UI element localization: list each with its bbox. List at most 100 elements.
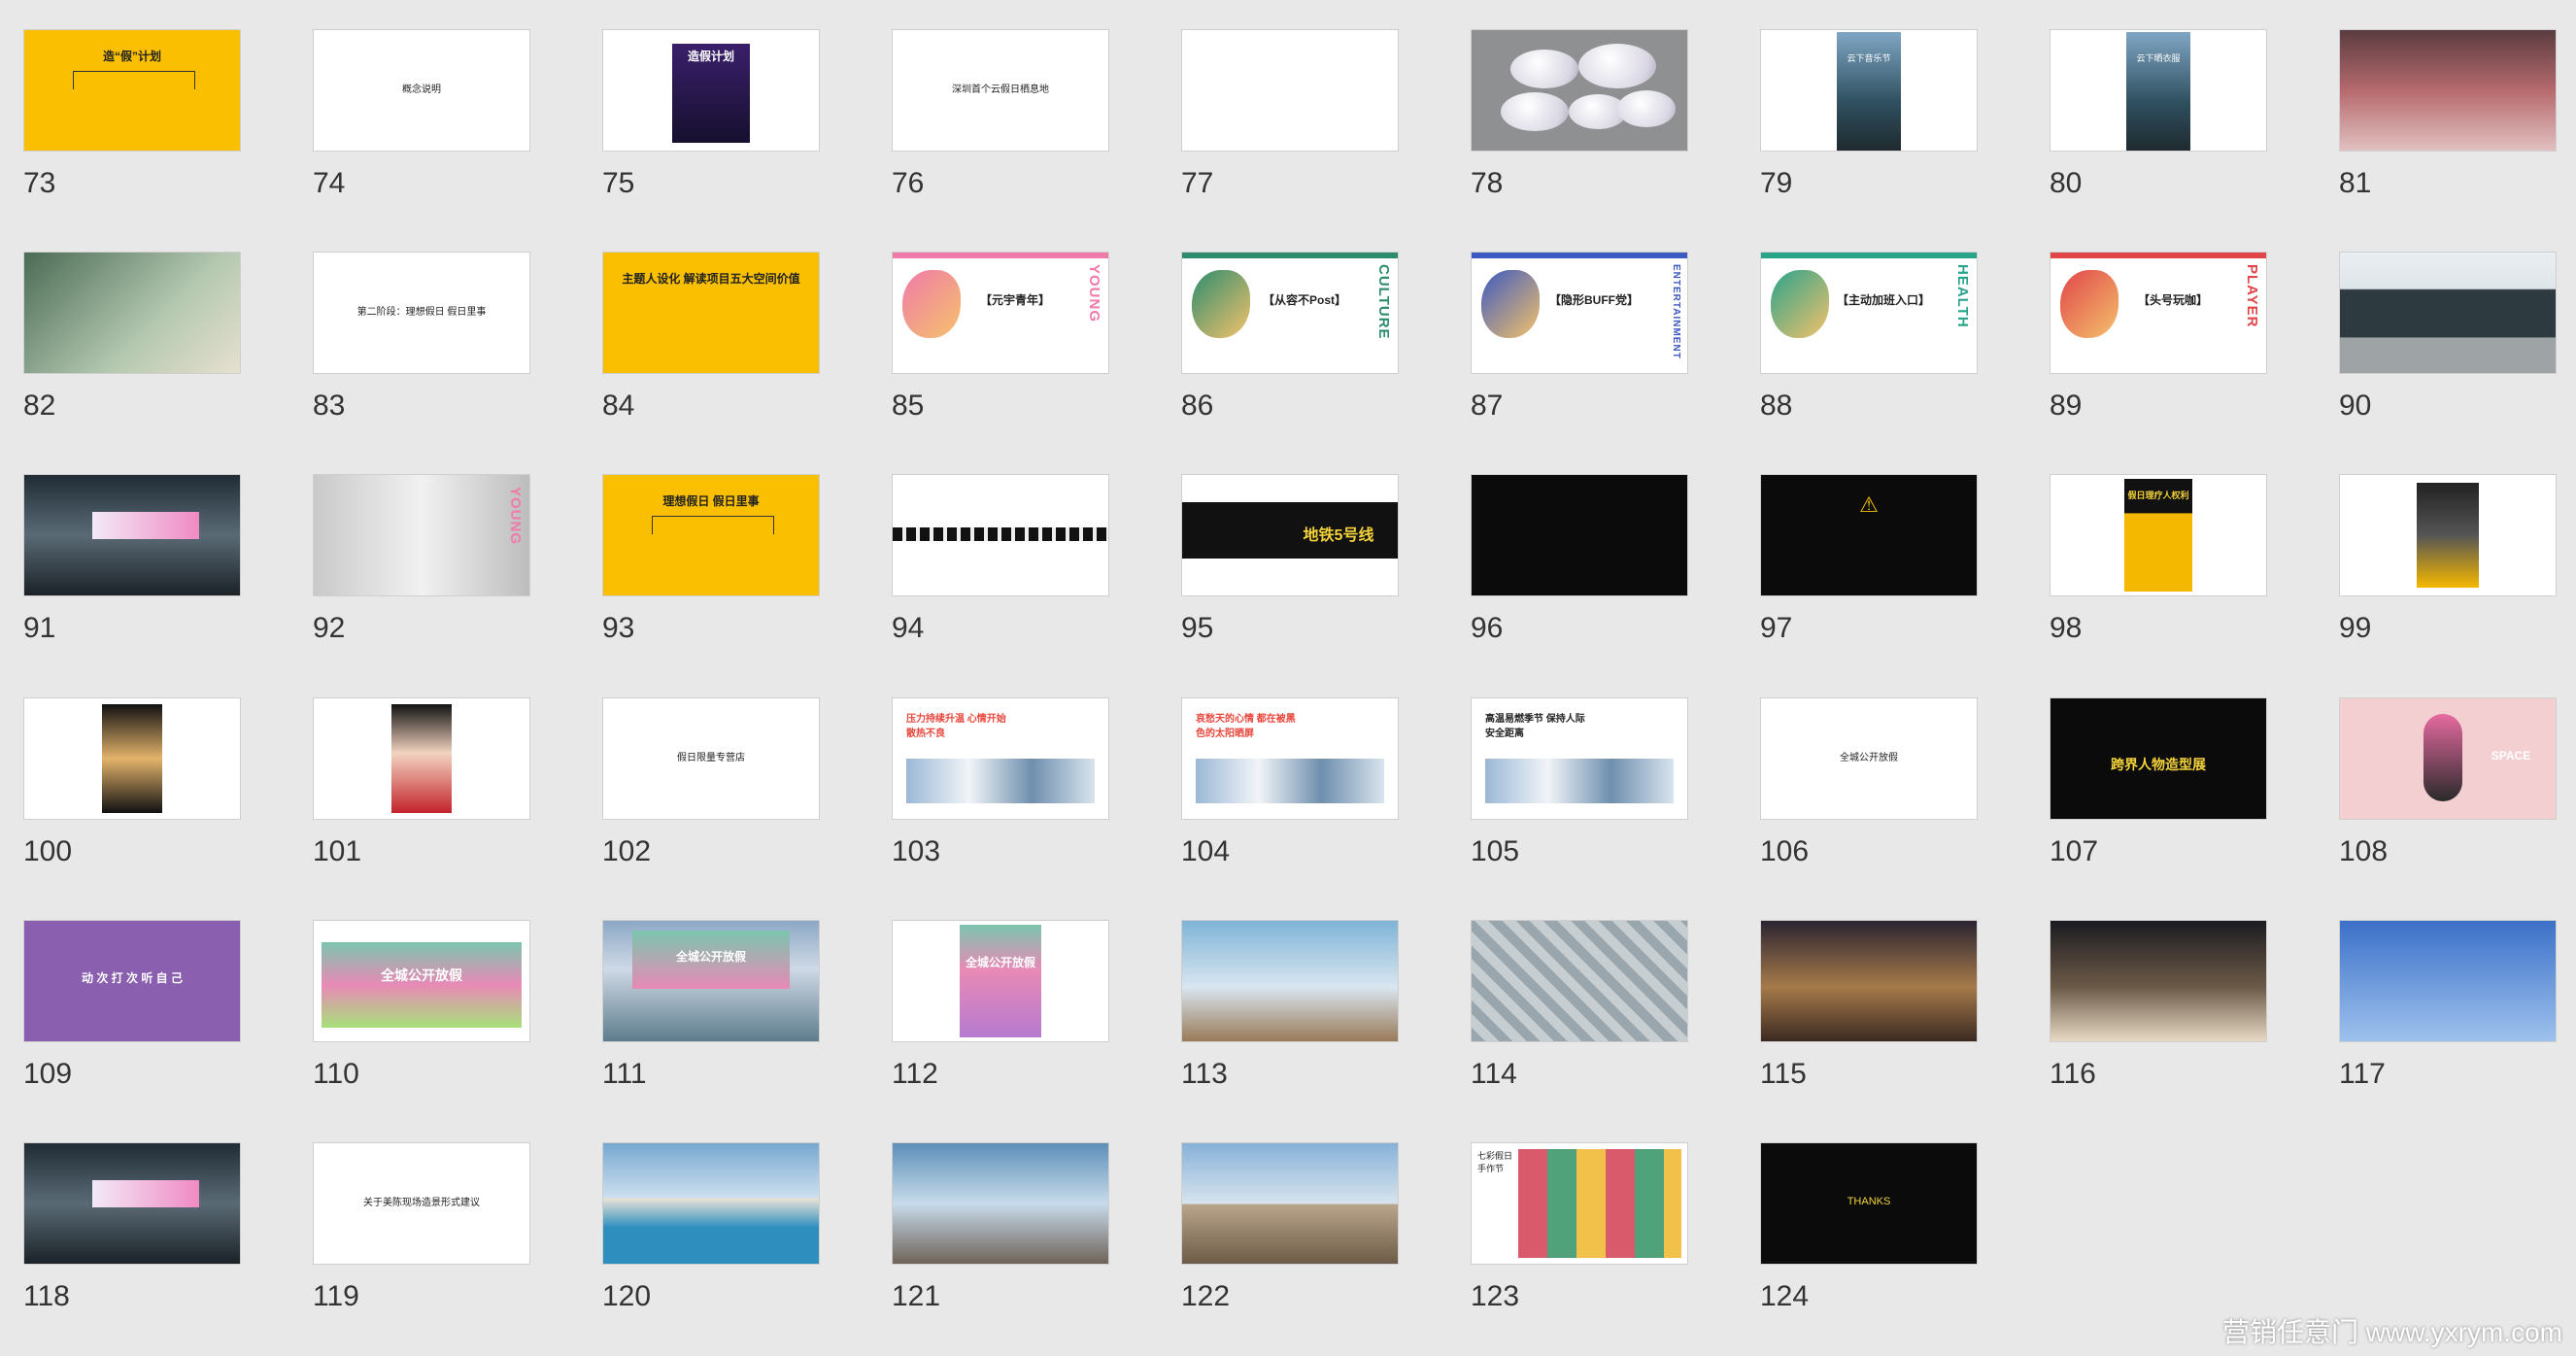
slide-thumbnail-114[interactable]: 114 xyxy=(1471,920,1690,1114)
slide-thumbnail-110[interactable]: 全城公开放假 110 xyxy=(313,920,532,1114)
slide-preview[interactable]: 假日理疗人权利 xyxy=(2050,474,2267,596)
slide-thumbnail-118[interactable]: 118 xyxy=(23,1142,243,1337)
slide-thumbnail-109[interactable]: 动 次 打 次 听 自 己 109 xyxy=(23,920,243,1114)
slide-thumbnail-115[interactable]: 115 xyxy=(1760,920,1980,1114)
slide-thumbnail-121[interactable]: 121 xyxy=(892,1142,1111,1337)
slide-thumbnail-78[interactable]: 78 xyxy=(1471,29,1690,223)
slide-preview[interactable] xyxy=(602,1142,820,1265)
slide-preview[interactable] xyxy=(2050,920,2267,1042)
slide-preview[interactable]: 【头号玩咖】 PLAYER xyxy=(2050,252,2267,374)
slide-preview[interactable] xyxy=(2339,29,2557,152)
slide-thumbnail-92[interactable]: YOUNG 92 xyxy=(313,474,532,668)
slide-thumbnail-107[interactable]: 跨界人物造型展 107 xyxy=(2050,697,2269,892)
slide-preview[interactable]: 第二阶段：理想假日 假日里事 xyxy=(313,252,530,374)
slide-preview[interactable] xyxy=(2339,252,2557,374)
slide-preview[interactable]: 关于美陈现场造景形式建议 xyxy=(313,1142,530,1265)
slide-thumbnail-73[interactable]: 造“假”计划 73 xyxy=(23,29,243,223)
slide-preview[interactable]: ⚠ xyxy=(1760,474,1978,596)
slide-preview[interactable] xyxy=(23,1142,241,1265)
slide-preview[interactable]: 概念说明 xyxy=(313,29,530,152)
slide-preview[interactable]: 假日限量专营店 xyxy=(602,697,820,820)
slide-thumbnail-80[interactable]: 云下晒衣服 80 xyxy=(2050,29,2269,223)
slide-thumbnail-79[interactable]: 云下音乐节 79 xyxy=(1760,29,1980,223)
slide-thumbnail-77[interactable]: 77 xyxy=(1181,29,1401,223)
slide-thumbnail-93[interactable]: 理想假日 假日里事 93 xyxy=(602,474,822,668)
slide-preview[interactable]: 七彩假日手作节 xyxy=(1471,1142,1688,1265)
slide-thumbnail-122[interactable]: 122 xyxy=(1181,1142,1401,1337)
slide-thumbnail-111[interactable]: 全城公开放假 111 xyxy=(602,920,822,1114)
slide-preview[interactable]: 压力持续升温 心情开始散热不良 xyxy=(892,697,1109,820)
slide-preview[interactable]: 全城公开放假 xyxy=(313,920,530,1042)
slide-preview[interactable] xyxy=(1471,29,1688,152)
slide-thumbnail-124[interactable]: THANKS 124 xyxy=(1760,1142,1980,1337)
slide-thumbnail-98[interactable]: 假日理疗人权利 98 xyxy=(2050,474,2269,668)
slide-preview[interactable]: SPACE xyxy=(2339,697,2557,820)
slide-thumbnail-91[interactable]: 91 xyxy=(23,474,243,668)
slide-thumbnail-102[interactable]: 假日限量专营店 102 xyxy=(602,697,822,892)
slide-preview[interactable] xyxy=(23,697,241,820)
slide-thumbnail-88[interactable]: 【主动加班入口】 HEALTH 88 xyxy=(1760,252,1980,446)
slide-preview[interactable]: 造假计划 xyxy=(602,29,820,152)
slide-preview[interactable] xyxy=(892,1142,1109,1265)
slide-thumbnail-82[interactable]: 82 xyxy=(23,252,243,446)
slide-preview[interactable]: 动 次 打 次 听 自 己 xyxy=(23,920,241,1042)
slide-thumbnail-123[interactable]: 七彩假日手作节 123 xyxy=(1471,1142,1690,1337)
slide-preview[interactable] xyxy=(1471,474,1688,596)
slide-thumbnail-95[interactable]: 地铁5号线 95 xyxy=(1181,474,1401,668)
slide-preview[interactable]: 地铁5号线 xyxy=(1181,474,1399,596)
slide-preview[interactable]: 哀愁天的心情 都在被黑色的太阳晒屏 xyxy=(1181,697,1399,820)
slide-preview[interactable] xyxy=(1471,920,1688,1042)
slide-preview[interactable] xyxy=(1181,29,1399,152)
slide-preview[interactable] xyxy=(2339,474,2557,596)
slide-thumbnail-104[interactable]: 哀愁天的心情 都在被黑色的太阳晒屏 104 xyxy=(1181,697,1401,892)
slide-thumbnail-86[interactable]: 【从容不Post】 CULTURE 86 xyxy=(1181,252,1401,446)
slide-preview[interactable]: 高温易燃季节 保持人际安全距离 xyxy=(1471,697,1688,820)
slide-preview[interactable] xyxy=(313,697,530,820)
slide-thumbnail-84[interactable]: 主题人设化 解读项目五大空间价值 84 xyxy=(602,252,822,446)
slide-preview[interactable]: 【元宇青年】 YOUNG xyxy=(892,252,1109,374)
slide-thumbnail-75[interactable]: 造假计划 75 xyxy=(602,29,822,223)
slide-thumbnail-76[interactable]: 深圳首个云假日栖息地 76 xyxy=(892,29,1111,223)
slide-preview[interactable]: 主题人设化 解读项目五大空间价值 xyxy=(602,252,820,374)
slide-preview[interactable]: 云下晒衣服 xyxy=(2050,29,2267,152)
slide-thumbnail-99[interactable]: 99 xyxy=(2339,474,2559,668)
slide-thumbnail-94[interactable]: 94 xyxy=(892,474,1111,668)
slide-thumbnail-100[interactable]: 100 xyxy=(23,697,243,892)
slide-preview[interactable] xyxy=(1181,920,1399,1042)
slide-thumbnail-97[interactable]: ⚠ 97 xyxy=(1760,474,1980,668)
slide-thumbnail-90[interactable]: 90 xyxy=(2339,252,2559,446)
slide-preview[interactable] xyxy=(2339,920,2557,1042)
slide-preview[interactable]: YOUNG xyxy=(313,474,530,596)
slide-thumbnail-101[interactable]: 101 xyxy=(313,697,532,892)
slide-thumbnail-105[interactable]: 高温易燃季节 保持人际安全距离 105 xyxy=(1471,697,1690,892)
slide-thumbnail-113[interactable]: 113 xyxy=(1181,920,1401,1114)
slide-thumbnail-74[interactable]: 概念说明 74 xyxy=(313,29,532,223)
slide-thumbnail-106[interactable]: 全城公开放假 106 xyxy=(1760,697,1980,892)
slide-thumbnail-117[interactable]: 117 xyxy=(2339,920,2559,1114)
slide-preview[interactable]: 云下音乐节 xyxy=(1760,29,1978,152)
slide-thumbnail-108[interactable]: SPACE 108 xyxy=(2339,697,2559,892)
slide-preview[interactable] xyxy=(892,474,1109,596)
slide-thumbnail-116[interactable]: 116 xyxy=(2050,920,2269,1114)
slide-thumbnail-85[interactable]: 【元宇青年】 YOUNG 85 xyxy=(892,252,1111,446)
slide-thumbnail-112[interactable]: 全城公开放假 112 xyxy=(892,920,1111,1114)
slide-preview[interactable]: 跨界人物造型展 xyxy=(2050,697,2267,820)
slide-thumbnail-89[interactable]: 【头号玩咖】 PLAYER 89 xyxy=(2050,252,2269,446)
slide-thumbnail-87[interactable]: 【隐形BUFF党】 ENTERTAINMENT 87 xyxy=(1471,252,1690,446)
slide-preview[interactable] xyxy=(23,252,241,374)
slide-preview[interactable] xyxy=(23,474,241,596)
slide-preview[interactable]: 全城公开放假 xyxy=(892,920,1109,1042)
slide-thumbnail-119[interactable]: 关于美陈现场造景形式建议 119 xyxy=(313,1142,532,1337)
slide-preview[interactable]: 深圳首个云假日栖息地 xyxy=(892,29,1109,152)
slide-thumbnail-103[interactable]: 压力持续升温 心情开始散热不良 103 xyxy=(892,697,1111,892)
slide-thumbnail-96[interactable]: 96 xyxy=(1471,474,1690,668)
slide-preview[interactable]: 全城公开放假 xyxy=(602,920,820,1042)
slide-preview[interactable]: 造“假”计划 xyxy=(23,29,241,152)
slide-preview[interactable]: THANKS xyxy=(1760,1142,1978,1265)
slide-thumbnail-83[interactable]: 第二阶段：理想假日 假日里事 83 xyxy=(313,252,532,446)
slide-preview[interactable]: 【主动加班入口】 HEALTH xyxy=(1760,252,1978,374)
slide-thumbnail-81[interactable]: 81 xyxy=(2339,29,2559,223)
slide-preview[interactable] xyxy=(1181,1142,1399,1265)
slide-preview[interactable]: 全城公开放假 xyxy=(1760,697,1978,820)
slide-preview[interactable]: 【隐形BUFF党】 ENTERTAINMENT xyxy=(1471,252,1688,374)
